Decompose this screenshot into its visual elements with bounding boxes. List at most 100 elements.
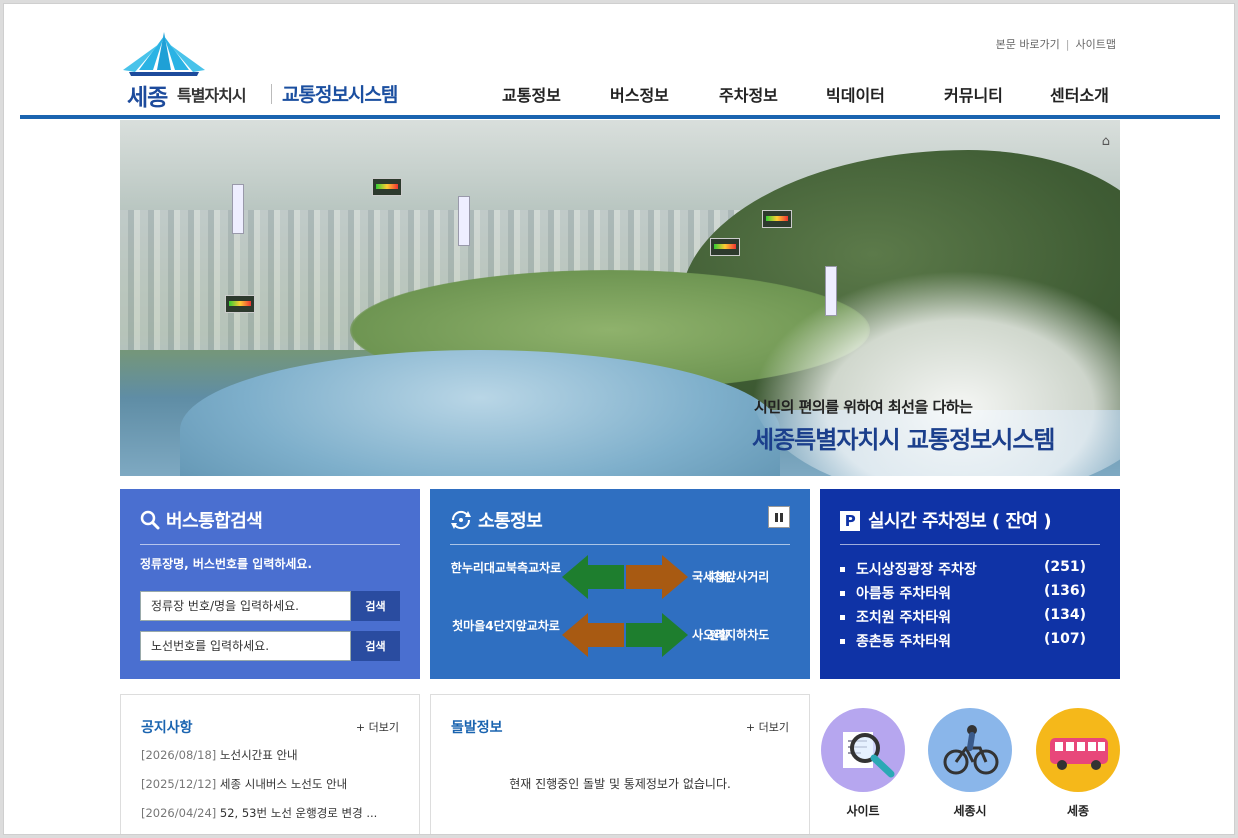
road-from: 첫마을4단지앞교차로 <box>452 619 560 633</box>
info-tower-icon <box>825 266 837 316</box>
traffic-sign-icon <box>372 178 402 196</box>
notice-item[interactable]: [2026/08/18] 노선시간표 안내 <box>141 747 391 763</box>
pause-button[interactable] <box>768 506 790 528</box>
traffic-info-box: 소통정보 한누리대교북측교차로 원활 지체 국세청앞사거리 첫마을4단지앞교차로… <box>430 489 810 679</box>
banner-headline: 세종특별자치시 교통정보시스템 <box>752 426 1055 454</box>
notice-item[interactable]: [2025/12/12] 세종 시내버스 노선도 안내 <box>141 776 391 792</box>
traffic-sign-icon <box>710 238 740 256</box>
road-from: 한누리대교북측교차로 <box>450 561 562 575</box>
road-to: 사오리지하차도 <box>692 628 770 642</box>
emergency-title: 돌발정보 <box>451 720 503 736</box>
nav-traffic-info[interactable]: 교통정보 <box>502 82 561 106</box>
parking-item[interactable]: 아름동 주차타워 (136) <box>840 583 1100 607</box>
bus-search-title: 버스통합검색 <box>140 507 263 533</box>
notice-item[interactable]: [2026/04/24] 52, 53번 노선 운행경로 변경 ... <box>141 805 391 821</box>
divider <box>840 544 1100 545</box>
traffic-sign-icon <box>225 295 255 313</box>
bus-search-title-text: 버스통합검색 <box>166 511 263 532</box>
notice-text: 세종 시내버스 노선도 안내 <box>219 777 348 791</box>
parking-item[interactable]: 종촌동 주차타워 (107) <box>840 631 1100 655</box>
bicycle-icon <box>928 708 1012 792</box>
traffic-sign-icon <box>762 210 792 228</box>
emergency-more-link[interactable]: + 더보기 <box>746 719 789 735</box>
parking-name: 조치원 주차타워 <box>856 610 952 626</box>
parking-count: (134) <box>1043 607 1086 623</box>
road-to: 국세청앞사거리 <box>692 570 770 584</box>
notice-date: [2025/12/12] <box>141 777 217 791</box>
search-icon <box>140 510 160 530</box>
quick-link-label: 세종시 <box>953 804 987 818</box>
banner-slogan: 시민의 편의를 위하여 최선을 다하는 <box>754 398 973 416</box>
stop-search-button[interactable]: 검색 <box>351 591 400 621</box>
parking-name: 도시상징광장 주차장 <box>856 562 977 578</box>
parking-item[interactable]: 도시상징광장 주차장 (251) <box>840 559 1100 583</box>
notice-title: 공지사항 <box>141 720 193 736</box>
quick-link-label: 세종 <box>1066 804 1090 818</box>
route-search-button[interactable]: 검색 <box>351 631 400 661</box>
status-arrow-left: 원활 <box>562 555 665 599</box>
nav-bus-info[interactable]: 버스정보 <box>610 82 669 106</box>
parking-icon: P <box>840 511 860 531</box>
status-arrow-right: 지체 <box>626 555 729 599</box>
parking-name: 아름동 주차타워 <box>856 586 952 602</box>
notice-panel: 공지사항 + 더보기 [2026/08/18] 노선시간표 안내 [2025/1… <box>120 694 420 834</box>
quick-link-sejong-city[interactable]: 세종시 <box>928 708 1012 819</box>
traffic-info-title-text: 소통정보 <box>478 511 543 532</box>
magnifier-document-icon <box>821 708 905 792</box>
nav-community[interactable]: 커뮤니티 <box>944 82 1003 106</box>
bus-search-box: 버스통합검색 정류장명, 버스번호를 입력하세요. 검색 검색 <box>120 489 420 679</box>
bus-icon <box>1036 708 1120 792</box>
main-navigation: 교통정보 버스정보 주차정보 빅데이터 커뮤니티 센터소개 <box>4 82 1234 106</box>
right-arrow-icon <box>626 613 688 657</box>
stop-search-input[interactable] <box>140 591 351 621</box>
emergency-message: 현재 진행중인 돌발 및 통제정보가 없습니다. <box>509 777 731 791</box>
info-tower-icon <box>458 196 470 246</box>
status-arrow-right: 원활 <box>626 613 729 657</box>
parking-info-title-text: 실시간 주차정보 ( 잔여 ) <box>868 511 1052 532</box>
bus-search-guide: 정류장명, 버스번호를 입력하세요. <box>140 557 313 571</box>
quick-link-label: 사이트 <box>846 804 880 818</box>
parking-item[interactable]: 조치원 주차타워 (134) <box>840 607 1100 631</box>
nav-center-intro[interactable]: 센터소개 <box>1050 82 1109 106</box>
nav-big-data[interactable]: 빅데이터 <box>826 82 885 106</box>
parking-name: 종촌동 주차타워 <box>856 634 952 650</box>
traffic-info-title: 소통정보 <box>450 507 543 533</box>
notice-text: 노선시간표 안내 <box>219 748 298 762</box>
parking-info-title: P 실시간 주차정보 ( 잔여 ) <box>840 507 1052 533</box>
divider <box>450 544 790 545</box>
road-segment-2[interactable]: 첫마을4단지앞교차로 지체 원활 사오리지하차도 <box>450 613 790 657</box>
quick-link-sejong[interactable]: 세종 <box>1036 708 1120 819</box>
left-arrow-icon <box>562 555 624 599</box>
emergency-panel: 돌발정보 + 더보기 현재 진행중인 돌발 및 통제정보가 없습니다. <box>430 694 810 834</box>
parking-count: (107) <box>1043 631 1086 647</box>
logo-wing-icon <box>123 32 205 76</box>
parking-count: (251) <box>1043 559 1086 575</box>
divider <box>140 544 400 545</box>
road-segment-1[interactable]: 한누리대교북측교차로 원활 지체 국세청앞사거리 <box>450 555 790 599</box>
parking-info-box: P 실시간 주차정보 ( 잔여 ) 도시상징광장 주차장 (251) 아름동 주차타… <box>820 489 1120 679</box>
status-arrow-left: 지체 <box>562 613 665 657</box>
right-arrow-icon <box>626 555 688 599</box>
util-separator: | <box>1065 38 1070 51</box>
sitemap-link[interactable]: 사이트맵 <box>1076 38 1116 51</box>
utility-links: 본문 바로가기 | 사이트맵 <box>996 36 1116 52</box>
home-icon[interactable]: ⌂ <box>1102 134 1110 149</box>
stop-search-row: 검색 <box>140 591 400 621</box>
skip-to-content-link[interactable]: 본문 바로가기 <box>996 38 1060 51</box>
notice-more-link[interactable]: + 더보기 <box>356 719 399 735</box>
page-frame: 본문 바로가기 | 사이트맵 세종 특별자치시 교통정보시스템 교통정보 버스정보 … <box>3 3 1235 835</box>
nav-parking-info[interactable]: 주차정보 <box>719 82 778 106</box>
route-search-input[interactable] <box>140 631 351 661</box>
header-divider <box>20 115 1220 119</box>
parking-list: 도시상징광장 주차장 (251) 아름동 주차타워 (136) 조치원 주차타워 (1… <box>840 559 1100 655</box>
left-arrow-icon <box>562 613 624 657</box>
parking-count: (136) <box>1043 583 1086 599</box>
notice-text: 52, 53번 노선 운행경로 변경 ... <box>219 806 378 820</box>
route-search-row: 검색 <box>140 631 400 661</box>
info-tower-icon <box>232 184 244 234</box>
notice-date: [2026/08/18] <box>141 748 217 762</box>
refresh-icon <box>451 510 471 530</box>
main-banner: ⌂ 시민의 편의를 위하여 최선을 다하는 세종특별자치시 교통정보시스템 <box>120 120 1120 476</box>
notice-date: [2026/04/24] <box>141 806 217 820</box>
quick-link-site[interactable]: 사이트 <box>821 708 905 819</box>
